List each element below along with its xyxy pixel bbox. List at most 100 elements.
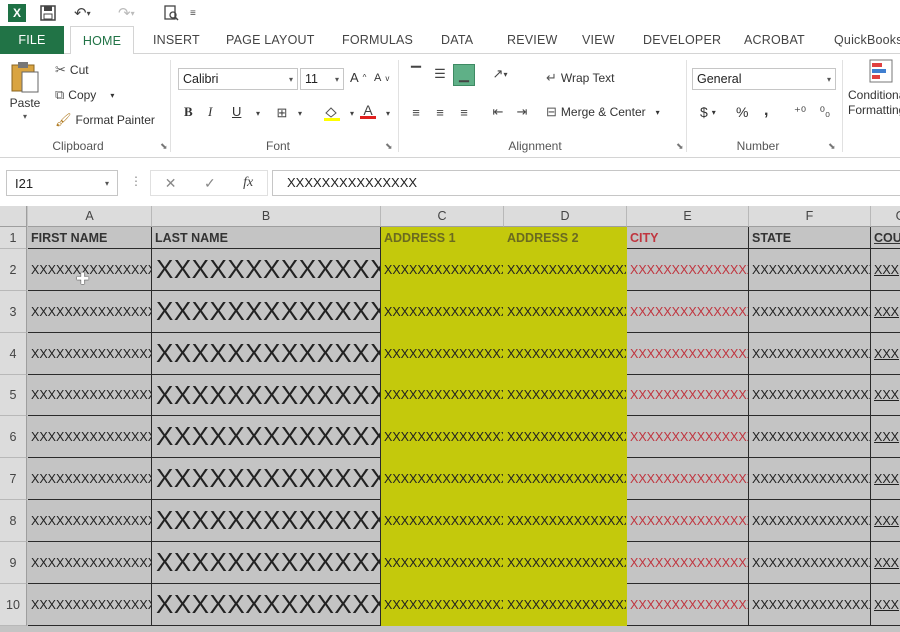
percent-button[interactable]: % — [736, 104, 748, 120]
header-cell[interactable]: COU — [871, 227, 900, 249]
table-cell[interactable]: XXXXXXXXXXXXXXX — [504, 416, 627, 458]
tab-view[interactable]: VIEW — [582, 26, 615, 54]
table-cell[interactable]: XXXXXXXXXXXXXX — [152, 333, 381, 375]
tab-developer[interactable]: DEVELOPER — [643, 26, 721, 54]
enter-icon[interactable]: ✓ — [204, 175, 216, 192]
header-cell[interactable]: ADDRESS 2 — [504, 227, 627, 249]
row-header-3[interactable]: 3 — [0, 291, 27, 333]
increase-indent-icon[interactable]: ⇥ — [512, 104, 532, 120]
table-cell[interactable]: XXXXXXXXXXXXXXX — [28, 584, 152, 626]
row-header-1[interactable]: 1 — [0, 227, 27, 249]
tab-insert[interactable]: INSERT — [153, 26, 200, 54]
select-all-corner[interactable] — [0, 206, 27, 227]
number-launcher-icon[interactable]: ⬊ — [828, 141, 836, 152]
table-cell[interactable]: XXXXXXXXXXXXXXX — [28, 333, 152, 375]
table-cell[interactable]: XXXXXXXXXXXXXXX — [381, 249, 504, 291]
table-cell[interactable]: XXXXXXXXXXXXXX — [152, 291, 381, 333]
chevron-down-icon[interactable]: ▾ — [290, 105, 310, 121]
align-right-icon[interactable]: ≡ — [454, 104, 474, 120]
row-header-9[interactable]: 9 — [0, 542, 27, 584]
table-cell[interactable]: XXXXXXXXXXXXXXX — [28, 500, 152, 542]
tab-formulas[interactable]: FORMULAS — [342, 26, 413, 54]
table-cell[interactable]: XXXXXXXXXXXXXXX — [749, 291, 871, 333]
header-cell[interactable]: LAST NAME — [152, 227, 381, 249]
tab-data[interactable]: DATA — [441, 26, 473, 54]
shrink-font-button[interactable]: Av — [374, 72, 389, 84]
chevron-down-icon[interactable]: ▾ — [378, 105, 398, 121]
header-cell[interactable]: STATE — [749, 227, 871, 249]
table-cell[interactable]: XXX — [871, 542, 900, 584]
header-cell[interactable]: FIRST NAME — [28, 227, 152, 249]
comma-button[interactable]: , — [764, 102, 768, 120]
table-cell[interactable]: XXXXXXXXXXXXXXX — [381, 542, 504, 584]
table-cell[interactable]: XXXXXXXXXXXXXXX — [504, 291, 627, 333]
table-cell[interactable]: XXXXXXXXXXXXXXX — [749, 458, 871, 500]
row-header-7[interactable]: 7 — [0, 458, 27, 500]
table-cell[interactable]: XXX — [871, 416, 900, 458]
table-cell[interactable]: XXXXXXXXXXXXXX — [152, 584, 381, 626]
name-box[interactable]: I21 ▾ — [6, 170, 118, 196]
number-format-select[interactable]: General ▾ — [692, 68, 836, 90]
table-cell[interactable]: XXXXXXXXXXXXXXX — [749, 416, 871, 458]
decrease-indent-icon[interactable]: ⇤ — [488, 104, 508, 120]
table-cell[interactable]: XXXXXXXXXXXXXXX — [381, 500, 504, 542]
row-header-4[interactable]: 4 — [0, 333, 27, 375]
decrease-decimal-icon[interactable]: ⁰₀ — [815, 104, 835, 120]
table-cell[interactable]: XXXXXXXXXXXXXXX — [749, 584, 871, 626]
merge-center-button[interactable]: ⊟ Merge & Center ▾ — [546, 104, 660, 120]
table-cell[interactable]: XXXXXXXXXXXXXX — [152, 458, 381, 500]
save-icon[interactable] — [40, 3, 56, 23]
alignment-launcher-icon[interactable]: ⬊ — [676, 141, 684, 152]
table-cell[interactable]: XXX — [871, 584, 900, 626]
table-cell[interactable]: XXXXXXXXXXXXXXX — [504, 249, 627, 291]
table-cell[interactable]: XXXXXXXXXXXXXXX — [627, 458, 749, 500]
table-cell[interactable]: XXXXXXXXXXXXXXX — [627, 542, 749, 584]
table-cell[interactable]: XXXXXXXXXXXXXXX — [627, 249, 749, 291]
font-color-icon[interactable]: A — [358, 103, 378, 119]
table-cell[interactable]: XXX — [871, 333, 900, 375]
underline-button[interactable]: U — [232, 104, 241, 119]
tab-page-layout[interactable]: PAGE LAYOUT — [226, 26, 315, 54]
table-cell[interactable]: XXXXXXXXXXXXXXX — [28, 375, 152, 416]
row-header-5[interactable]: 5 — [0, 375, 27, 416]
table-cell[interactable]: XXXXXXXXXXXXXXX — [749, 542, 871, 584]
row-header-8[interactable]: 8 — [0, 500, 27, 542]
table-cell[interactable]: XXXXXXXXXXXXXXX — [28, 291, 152, 333]
tab-acrobat[interactable]: ACROBAT — [744, 26, 805, 54]
table-cell[interactable]: XXXXXXXXXXXXXXX — [504, 333, 627, 375]
column-header-a[interactable]: A — [28, 206, 152, 227]
format-painter-button[interactable]: 🖌 Format Painter — [55, 112, 155, 128]
tab-review[interactable]: REVIEW — [507, 26, 558, 54]
chevron-down-icon[interactable]: ▾ — [248, 105, 268, 121]
table-cell[interactable]: XXXXXXXXXXXXXXX — [381, 333, 504, 375]
table-cell[interactable]: XXXXXXXXXXXXXX — [152, 249, 381, 291]
table-cell[interactable]: XXX — [871, 458, 900, 500]
customize-icon[interactable]: ≡ — [190, 3, 196, 23]
table-cell[interactable]: XXXXXXXXXXXXXX — [152, 500, 381, 542]
align-center-icon[interactable]: ≡ — [430, 104, 450, 120]
copy-button[interactable]: ⧉ Copy ▾ — [55, 87, 114, 103]
grow-font-button[interactable]: A ^ — [350, 70, 366, 85]
table-cell[interactable]: XXXXXXXXXXXXXXX — [381, 584, 504, 626]
column-header-g[interactable]: G — [871, 206, 900, 227]
table-cell[interactable]: XXX — [871, 375, 900, 416]
table-cell[interactable]: XXXXXXXXXXXXXXX — [28, 542, 152, 584]
increase-decimal-icon[interactable]: ⁺⁰ — [790, 104, 810, 120]
column-header-d[interactable]: D — [504, 206, 627, 227]
wrap-text-button[interactable]: ↵ Wrap Text — [546, 70, 614, 86]
bold-button[interactable]: B — [184, 104, 193, 120]
borders-icon[interactable]: ⊞ — [272, 105, 292, 121]
row-header-6[interactable]: 6 — [0, 416, 27, 458]
header-cell[interactable]: ADDRESS 1 — [381, 227, 504, 249]
font-launcher-icon[interactable]: ⬊ — [385, 141, 393, 152]
table-cell[interactable]: XXXXXXXXXXXXXXX — [504, 375, 627, 416]
column-header-e[interactable]: E — [627, 206, 749, 227]
align-middle-icon[interactable]: ☰ — [430, 66, 450, 82]
tab-quickbooks[interactable]: QuickBooks — [834, 26, 900, 54]
cut-button[interactable]: ✂ Cut — [55, 62, 89, 78]
table-cell[interactable]: XXXXXXXXXXXXXX — [152, 416, 381, 458]
table-cell[interactable]: XXXXXXXXXXXXXXX — [381, 458, 504, 500]
table-cell[interactable]: XXXXXXXXXXXXXXX — [749, 375, 871, 416]
column-header-b[interactable]: B — [152, 206, 381, 227]
insert-function-icon[interactable]: fx — [243, 175, 253, 191]
